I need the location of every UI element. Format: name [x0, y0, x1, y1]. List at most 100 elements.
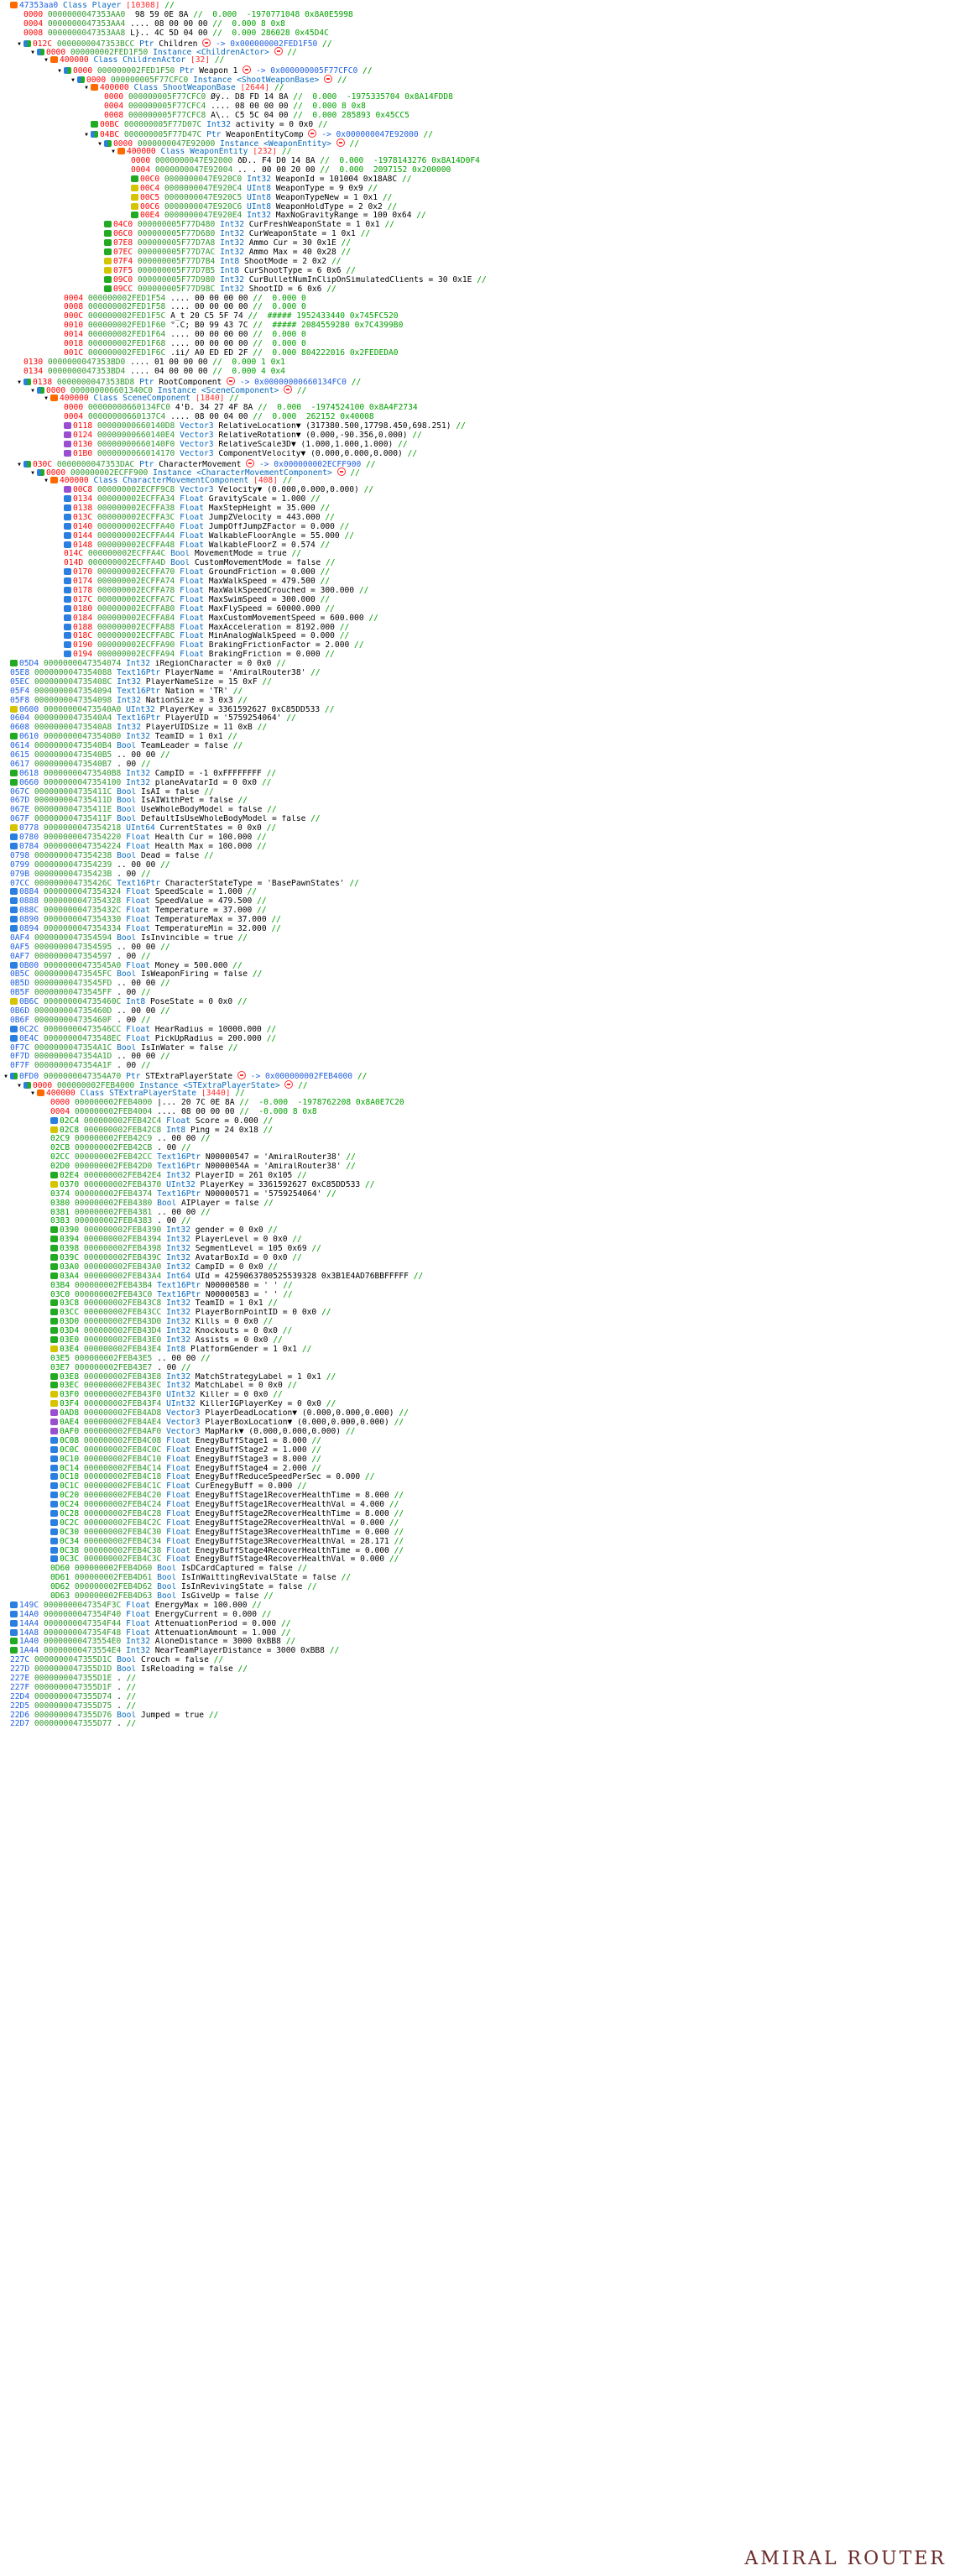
struct-row[interactable]: 0F7F 0000000047354A1F . 00 // [0, 1062, 965, 1071]
struct-row[interactable]: ▾ 0FD0 0000000047354A70 Ptr STExtraPlayer… [0, 1071, 965, 1080]
expand-toggle-icon[interactable]: ▾ [82, 131, 91, 139]
struct-row[interactable]: 0134 0000000047353BD4 .... 04 00 00 00 /… [0, 368, 965, 377]
struct-row[interactable]: 03E7 000000002FEB43E7 . 00 // [0, 1364, 965, 1373]
struct-row[interactable]: 0178 000000002ECFFA78 Float MaxWalkSpeed… [0, 587, 965, 596]
struct-row[interactable]: 0610 00000000473540B0 Int32 TeamID = 1 0… [0, 733, 965, 742]
expand-toggle-icon[interactable]: ▾ [15, 460, 23, 468]
link-icon[interactable] [324, 75, 333, 84]
struct-row[interactable]: 1A44 00000000473554E4 Int32 NearTeamPlay… [0, 1647, 965, 1656]
struct-row[interactable]: ▾ 400000 Class ShootWeaponBase [2644] // [0, 84, 965, 93]
struct-row[interactable]: 0D63 000000002FEB4D63 Bool IsGiveUp = fa… [0, 1592, 965, 1602]
struct-row[interactable]: 03C8 000000002FEB43C8 Int32 TeamID = 1 0… [0, 1299, 965, 1309]
struct-row[interactable]: 05F4 0000000047354094 Text16Ptr Nation =… [0, 687, 965, 697]
struct-row[interactable]: 0784 0000000047354224 Float Health Max =… [0, 842, 965, 852]
struct-row[interactable]: 0180 000000002ECFFA80 Float MaxFlySpeed … [0, 604, 965, 614]
expand-toggle-icon[interactable]: ▾ [15, 1081, 23, 1089]
struct-row[interactable]: 03E8 000000002FEB43E8 Int32 MatchStrateg… [0, 1372, 965, 1382]
struct-row[interactable]: ▾ 04BC 000000005F77D47C Ptr WeaponEntityC… [0, 129, 965, 138]
struct-row[interactable]: 22D5 0000000047355D75 . // [0, 1702, 965, 1711]
struct-row[interactable]: 0C2C 00000000473546CC Float HearRadius =… [0, 1025, 965, 1035]
struct-row[interactable]: 14A0 0000000047354F40 Float EnergyCurren… [0, 1610, 965, 1620]
struct-row[interactable]: 05F8 0000000047354098 Int32 NationSize =… [0, 697, 965, 706]
struct-row[interactable]: 018C 000000002ECFFA8C Float MinAnalogWal… [0, 632, 965, 641]
struct-row[interactable]: 05EC 000000004735408C Int32 PlayerNameSi… [0, 678, 965, 687]
struct-row[interactable]: 0004 0000000047353AA4 .... 08 00 00 00 /… [0, 20, 965, 29]
link-icon[interactable] [202, 38, 211, 47]
struct-row[interactable]: 00C0 0000000047E920C0 Int32 WeaponId = 1… [0, 175, 965, 185]
struct-row[interactable]: 0D61 000000002FEB4D61 Bool IsInWaittingR… [0, 1574, 965, 1583]
struct-row[interactable]: 0C1C 000000002FEB4C1C Float CurEnegyBuff… [0, 1482, 965, 1492]
struct-row[interactable]: 0004 000000002FEB4004 .... 08 00 00 00 /… [0, 1108, 965, 1117]
struct-row[interactable]: ▾ 0000 0000000047E92000 Instance <WeaponE… [0, 138, 965, 148]
struct-row[interactable]: ▾ 400000 Class SceneComponent [1840] // [0, 394, 965, 404]
struct-row[interactable]: 09CC 000000005F77D98C Int32 ShootID = 6 … [0, 285, 965, 295]
struct-row[interactable]: 067E 000000004735411E Bool UseWholeBodyM… [0, 806, 965, 815]
struct-row[interactable]: 039C 000000002FEB439C Int32 AvatarBoxId … [0, 1254, 965, 1263]
struct-row[interactable]: 0B5F 00000000473545FF . 00 // [0, 989, 965, 998]
struct-row[interactable]: 02C8 000000002FEB42C8 Int8 Ping = 24 0x1… [0, 1126, 965, 1136]
struct-row[interactable]: 03B4 000000002FEB43B4 Text16Ptr N0000058… [0, 1282, 965, 1291]
struct-row[interactable]: 00C5 0000000047E920C5 UInt8 WeaponTypeNe… [0, 193, 965, 203]
struct-row[interactable]: 03D4 000000002FEB43D4 Int32 Knockouts = … [0, 1327, 965, 1336]
struct-row[interactable]: 0380 000000002FEB4380 Bool AIPlayer = fa… [0, 1199, 965, 1209]
struct-row[interactable]: ▾ 400000 Class CharacterMovementComponent… [0, 477, 965, 486]
struct-row[interactable]: 14A4 0000000047354F44 Float AttenuationP… [0, 1619, 965, 1629]
struct-row[interactable]: 0000 0000000047E92000 ðÐ.. F4 D0 14 8A /… [0, 157, 965, 166]
struct-row[interactable]: 0AD8 000000002FEB4AD8 Vector3 PlayerDead… [0, 1409, 965, 1419]
struct-row[interactable]: 0398 000000002FEB4398 Int32 SegmentLevel… [0, 1245, 965, 1254]
struct-row[interactable]: 0381 000000002FEB4381 .. 00 00 // [0, 1209, 965, 1218]
struct-row[interactable]: 0778 0000000047354218 UInt64 CurrentStat… [0, 824, 965, 833]
struct-row[interactable]: ▾ 400000 Class STExtraPlayerState [3440] … [0, 1089, 965, 1099]
struct-row[interactable]: 0AF5 0000000047354595 .. 00 00 // [0, 943, 965, 953]
struct-row[interactable]: 03E5 000000002FEB43E5 .. 00 00 // [0, 1355, 965, 1364]
struct-row[interactable]: ▾ 0000 000000002FEB4000 Instance <STExtra… [0, 1080, 965, 1089]
struct-row[interactable]: 014D 000000002ECFFA4D Bool CustomMovemen… [0, 559, 965, 568]
struct-row[interactable]: 0184 000000002ECFFA84 Float MaxCustomMov… [0, 614, 965, 624]
struct-row[interactable]: 0B00 00000000473545A0 Float Money = 500.… [0, 961, 965, 971]
struct-row[interactable]: 0390 000000002FEB4390 Int32 gender = 0 0… [0, 1226, 965, 1236]
expand-toggle-icon[interactable]: ▾ [29, 49, 37, 57]
struct-row[interactable]: 07F5 000000005F77D7B5 Int8 CurShootType … [0, 266, 965, 276]
struct-row[interactable]: 0F7D 0000000047354A1D .. 00 00 // [0, 1053, 965, 1062]
struct-row[interactable]: 0617 00000000473540B7 . 00 // [0, 760, 965, 770]
struct-row[interactable]: 0008 000000005F77CFC8 Â\.. C5 5C 04 00 /… [0, 112, 965, 121]
struct-row[interactable]: 1A40 00000000473554E0 Int32 AloneDistanc… [0, 1638, 965, 1647]
struct-row[interactable]: 03E0 000000002FEB43E0 Int32 Assists = 0 … [0, 1336, 965, 1345]
expand-toggle-icon[interactable]: ▾ [42, 477, 50, 486]
struct-row[interactable]: 001C 000000002FED1F6C .íi/ A0 ED ED 2F /… [0, 349, 965, 358]
struct-row[interactable]: 0C2C 000000002FEB4C2C Float EnegyBuffSta… [0, 1518, 965, 1528]
struct-row[interactable]: ▾ 012C 0000000047353BCC Ptr Children -> 0… [0, 38, 965, 48]
struct-row[interactable]: ▾ 400000 Class WeaponEntity [232] // [0, 148, 965, 157]
struct-row[interactable]: 00BC 000000005F77D07C Int32 activity = 0… [0, 120, 965, 130]
struct-row[interactable]: 00C4 0000000047E920C4 UInt8 WeaponType =… [0, 184, 965, 194]
link-icon[interactable] [274, 47, 283, 56]
struct-row[interactable]: 014C 000000002ECFFA4C Bool MovementMode … [0, 550, 965, 559]
struct-row[interactable]: 0780 0000000047354220 Float Health Cur =… [0, 833, 965, 843]
struct-row[interactable]: 0615 00000000473540B5 .. 00 00 // [0, 751, 965, 760]
struct-row[interactable]: 0C38 000000002FEB4C38 Float EnegyBuffSta… [0, 1546, 965, 1556]
struct-row[interactable]: 0884 0000000047354324 Float SpeedScale =… [0, 888, 965, 897]
struct-row[interactable]: 06C0 000000005F77D680 Int32 CurWeaponSta… [0, 230, 965, 239]
struct-row[interactable]: 02C4 000000002FEB42C4 Float Score = 0.00… [0, 1116, 965, 1126]
struct-row[interactable]: 0190 000000002ECFFA90 Float BrakingFrict… [0, 641, 965, 651]
struct-row[interactable]: 0C34 000000002FEB4C34 Float EnegyBuffSta… [0, 1537, 965, 1547]
expand-toggle-icon[interactable]: ▾ [15, 39, 23, 48]
struct-row[interactable]: 00C8 000000002ECFF9C8 Vector3 Velocity▼ … [0, 486, 965, 495]
struct-row[interactable]: 14A8 0000000047354F48 Float AttenuationA… [0, 1628, 965, 1638]
struct-row[interactable]: 0194 000000002ECFFA94 Float BrakingFrict… [0, 651, 965, 660]
struct-row[interactable]: 0018 000000002FED1F68 .... 00 00 00 00 /… [0, 340, 965, 349]
struct-row[interactable]: 0D60 000000002FEB4D60 Bool IsDCardCaptur… [0, 1565, 965, 1574]
struct-row[interactable]: 0374 000000002FEB4374 Text16Ptr N0000057… [0, 1190, 965, 1199]
link-icon[interactable] [243, 65, 252, 75]
struct-row[interactable]: 0394 000000002FEB4394 Int32 PlayerLevel … [0, 1236, 965, 1245]
struct-row[interactable]: 0B5D 00000000473545FD .. 00 00 // [0, 980, 965, 989]
struct-row[interactable]: 0614 00000000473540B4 Bool TeamLeader = … [0, 742, 965, 751]
struct-row[interactable]: 03A4 000000002FEB43A4 Int64 UId = 425906… [0, 1272, 965, 1282]
struct-row[interactable]: 0894 0000000047354334 Float TemperatureM… [0, 924, 965, 934]
struct-row[interactable]: 227D 0000000047355D1D Bool IsReloading =… [0, 1665, 965, 1675]
struct-row[interactable]: 0608 00000000473540A8 Int32 PlayerUIDSiz… [0, 724, 965, 733]
struct-row[interactable]: 22D4 0000000047355D74 . // [0, 1693, 965, 1702]
struct-row[interactable]: 03C0 000000002FEB43C0 Text16Ptr N0000058… [0, 1291, 965, 1300]
struct-row[interactable]: 0170 000000002ECFFA70 Float GroundFricti… [0, 568, 965, 577]
struct-row[interactable]: ▾ 0138 0000000047353BD8 Ptr RootComponent… [0, 376, 965, 385]
